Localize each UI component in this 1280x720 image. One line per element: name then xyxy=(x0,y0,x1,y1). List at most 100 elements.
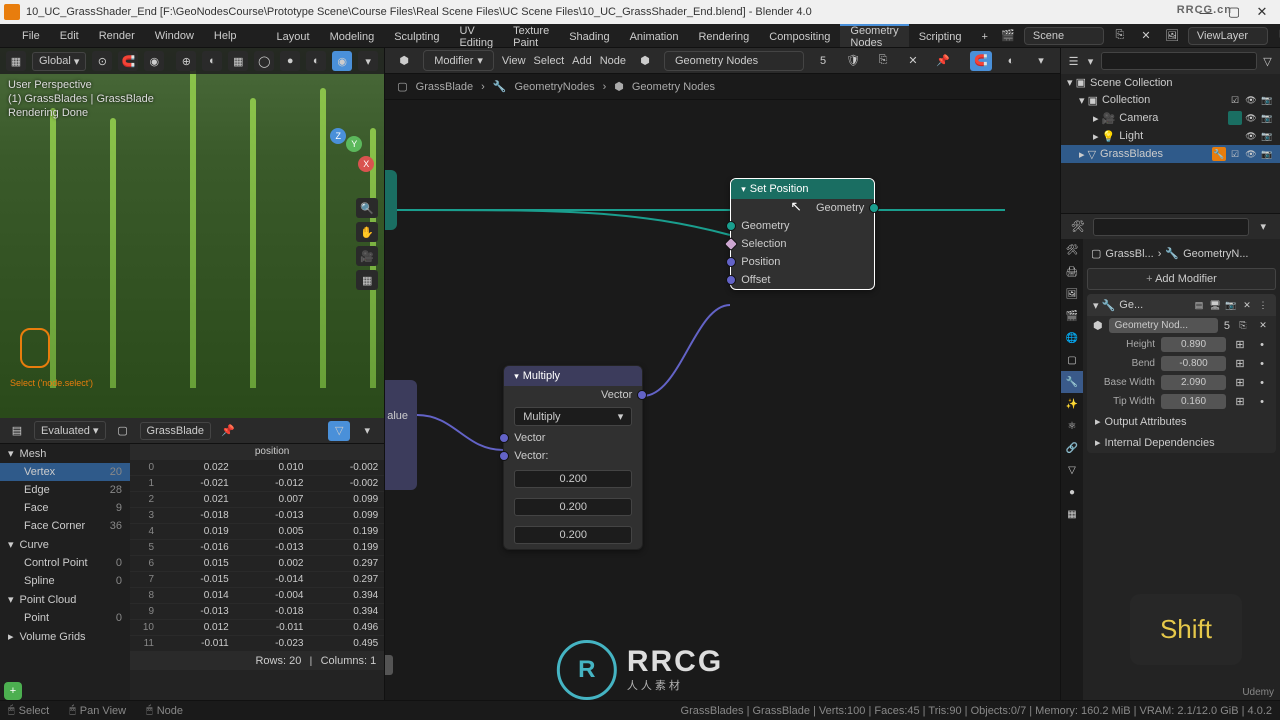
snap-icon[interactable]: 🧲 xyxy=(118,51,138,71)
gizmo-toggle-icon[interactable]: ⊕ xyxy=(176,51,196,71)
menu-window[interactable]: Window xyxy=(145,30,204,42)
bc-object[interactable]: GrassBlade xyxy=(416,81,473,93)
ptab-output[interactable]: 🖨 xyxy=(1061,261,1083,283)
ws-tab-add[interactable]: + xyxy=(971,24,997,47)
ws-tab-geonodes[interactable]: Geometry Nodes xyxy=(840,24,908,47)
col-exclude-icon[interactable]: ☑ xyxy=(1228,93,1242,107)
prop-bc-mod[interactable]: GeometryN... xyxy=(1183,248,1248,260)
scene-new-icon[interactable]: ⎘ xyxy=(1110,26,1130,46)
shading-material-icon[interactable]: ◐ xyxy=(306,51,326,71)
shading-solid-icon[interactable]: ● xyxy=(280,51,300,71)
ss-mode-dropdown[interactable]: Evaluated ▾ xyxy=(34,421,106,440)
socket-in-vector2[interactable] xyxy=(499,451,509,461)
tipwidth-anim-icon[interactable]: • xyxy=(1254,396,1270,408)
menu-help[interactable]: Help xyxy=(204,30,247,42)
shading-options-icon[interactable]: ▾ xyxy=(358,51,378,71)
prop-options-icon[interactable]: ▾ xyxy=(1253,217,1275,237)
zoom-icon[interactable]: 🔍 xyxy=(356,198,378,218)
table-row[interactable]: 00.0220.010-0.002 xyxy=(130,460,384,476)
socket-in-geometry[interactable] xyxy=(726,221,736,231)
height-field[interactable]: 0.890 xyxy=(1161,337,1226,352)
tipwidth-attr-icon[interactable]: ⊞ xyxy=(1232,395,1248,408)
basewidth-anim-icon[interactable]: • xyxy=(1254,377,1270,389)
ss-object-field[interactable]: GrassBlade xyxy=(140,422,211,440)
ss-filter-icon[interactable]: ▽ xyxy=(328,421,350,441)
mod-extras-icon[interactable]: ⋮ xyxy=(1256,298,1270,312)
ss-face-item[interactable]: Face9 xyxy=(0,499,130,517)
node-set-position[interactable]: ▾Set Position Geometry Geometry Selectio… xyxy=(730,178,875,290)
socket-in-selection[interactable] xyxy=(724,237,738,251)
node-options-icon[interactable]: ▾ xyxy=(1030,51,1052,71)
bc-modifier[interactable]: GeometryNodes xyxy=(515,81,595,93)
out-collection[interactable]: ▾ ▣Collection☑👁📷 xyxy=(1061,91,1280,109)
move-icon[interactable]: ✋ xyxy=(356,222,378,242)
socket-in-vector1[interactable] xyxy=(499,433,509,443)
out-scene-collection[interactable]: ▾ ▣Scene Collection xyxy=(1061,74,1280,91)
ptab-particle[interactable]: ✨ xyxy=(1061,393,1083,415)
node-multiply[interactable]: ▾Multiply Vector Multiply▾ Vector Vector… xyxy=(503,365,643,550)
grass-hide-icon[interactable]: 👁 xyxy=(1244,147,1258,161)
overlay-toggle-icon[interactable]: ◐ xyxy=(202,51,222,71)
mod-nodetree-unlink-icon[interactable]: ✕ xyxy=(1256,319,1270,333)
bend-anim-icon[interactable]: • xyxy=(1254,358,1270,370)
editor-type-icon[interactable]: ▦ xyxy=(6,51,26,71)
mod-toggle-render-icon[interactable]: 📷 xyxy=(1224,298,1238,312)
mod-delete-icon[interactable]: ✕ xyxy=(1240,298,1254,312)
socket-out-vector[interactable] xyxy=(637,390,647,400)
ptab-modifier[interactable]: 🔧 xyxy=(1061,371,1083,393)
ptab-material[interactable]: ● xyxy=(1061,481,1083,503)
table-row[interactable]: 100.012-0.0110.496 xyxy=(130,620,384,636)
ss-spline-item[interactable]: Spline0 xyxy=(0,572,130,590)
ss-point-item[interactable]: Point0 xyxy=(0,609,130,627)
table-row[interactable]: 5-0.016-0.0130.199 xyxy=(130,540,384,556)
ws-tab-shading[interactable]: Shading xyxy=(559,24,619,47)
table-row[interactable]: 40.0190.0050.199 xyxy=(130,524,384,540)
shading-rendered-icon[interactable]: ◉ xyxy=(332,51,352,71)
socket-in-offset[interactable] xyxy=(726,275,736,285)
col-render-icon[interactable]: 📷 xyxy=(1260,93,1274,107)
ss-edge-item[interactable]: Edge28 xyxy=(0,481,130,499)
mod-toggle-realtime-icon[interactable]: 🖥 xyxy=(1208,298,1222,312)
viewport-3d[interactable]: ▦ Global ▾ ⊙ 🧲 ◉ ⊕ ◐ ▦ ◯ ● ◐ ◉ ▾ User Pe… xyxy=(0,48,384,418)
cam-hide-icon[interactable]: 👁 xyxy=(1244,111,1258,125)
node-canvas[interactable]: alue ▾Multiply Vector Multiply▾ Vector V… xyxy=(385,100,1060,700)
scene-browse-icon[interactable]: 🎬 xyxy=(998,26,1018,46)
ss-vertex-item[interactable]: Vertex20 xyxy=(0,463,130,481)
out-grassblades[interactable]: ▸ ▽GrassBlades🔧☑👁📷 xyxy=(1061,145,1280,163)
proportional-icon[interactable]: ◉ xyxy=(144,51,164,71)
height-anim-icon[interactable]: • xyxy=(1254,339,1270,351)
ws-tab-texture[interactable]: Texture Paint xyxy=(503,24,559,47)
ptab-data[interactable]: ▽ xyxy=(1061,459,1083,481)
mod-toggle-editmode-icon[interactable]: ▤ xyxy=(1192,298,1206,312)
ss-controlpoint-item[interactable]: Control Point0 xyxy=(0,554,130,572)
outliner-mode-icon[interactable]: ▾ xyxy=(1084,51,1097,71)
mod-panel-header[interactable]: ▾ 🔧Ge... ▤ 🖥 📷 ✕ ⋮ xyxy=(1087,294,1276,316)
tipwidth-field[interactable]: 0.160 xyxy=(1161,394,1226,409)
grass-mod-icon[interactable]: 🔧 xyxy=(1212,147,1226,161)
shading-wire-icon[interactable]: ◯ xyxy=(254,51,274,71)
light-render-icon[interactable]: 📷 xyxy=(1260,129,1274,143)
table-row[interactable]: 20.0210.0070.099 xyxy=(130,492,384,508)
xray-icon[interactable]: ▦ xyxy=(228,51,248,71)
ws-tab-sculpting[interactable]: Sculpting xyxy=(384,24,449,47)
grass-render-icon[interactable]: 📷 xyxy=(1260,147,1274,161)
ws-tab-rendering[interactable]: Rendering xyxy=(688,24,759,47)
height-attr-icon[interactable]: ⊞ xyxy=(1232,338,1248,351)
node-multiply-vz[interactable]: 0.200 xyxy=(514,526,632,544)
ss-pin-icon[interactable]: 📌 xyxy=(217,421,239,441)
prop-bc-obj[interactable]: GrassBl... xyxy=(1105,248,1153,260)
mod-nodetree-field[interactable]: Geometry Nod... xyxy=(1109,318,1218,333)
menu-file[interactable]: File xyxy=(12,30,50,42)
table-row[interactable]: 60.0150.0020.297 xyxy=(130,556,384,572)
node-menu-add[interactable]: Add xyxy=(572,55,592,67)
node-multiply-vy[interactable]: 0.200 xyxy=(514,498,632,516)
ptab-scene[interactable]: 🎬 xyxy=(1061,305,1083,327)
socket-out-geometry[interactable] xyxy=(869,203,879,213)
node-menu-node[interactable]: Node xyxy=(600,55,626,67)
ws-tab-scripting[interactable]: Scripting xyxy=(909,24,972,47)
internal-deps-panel[interactable]: ▸Internal Dependencies xyxy=(1087,432,1276,453)
mod-nodetree-new-icon[interactable]: ⎘ xyxy=(1236,319,1250,333)
node-new-icon[interactable]: ⎘ xyxy=(872,51,894,71)
node-fake-user-icon[interactable]: 🛡 xyxy=(842,51,864,71)
node-tree-name-field[interactable]: Geometry Nodes xyxy=(664,51,804,71)
